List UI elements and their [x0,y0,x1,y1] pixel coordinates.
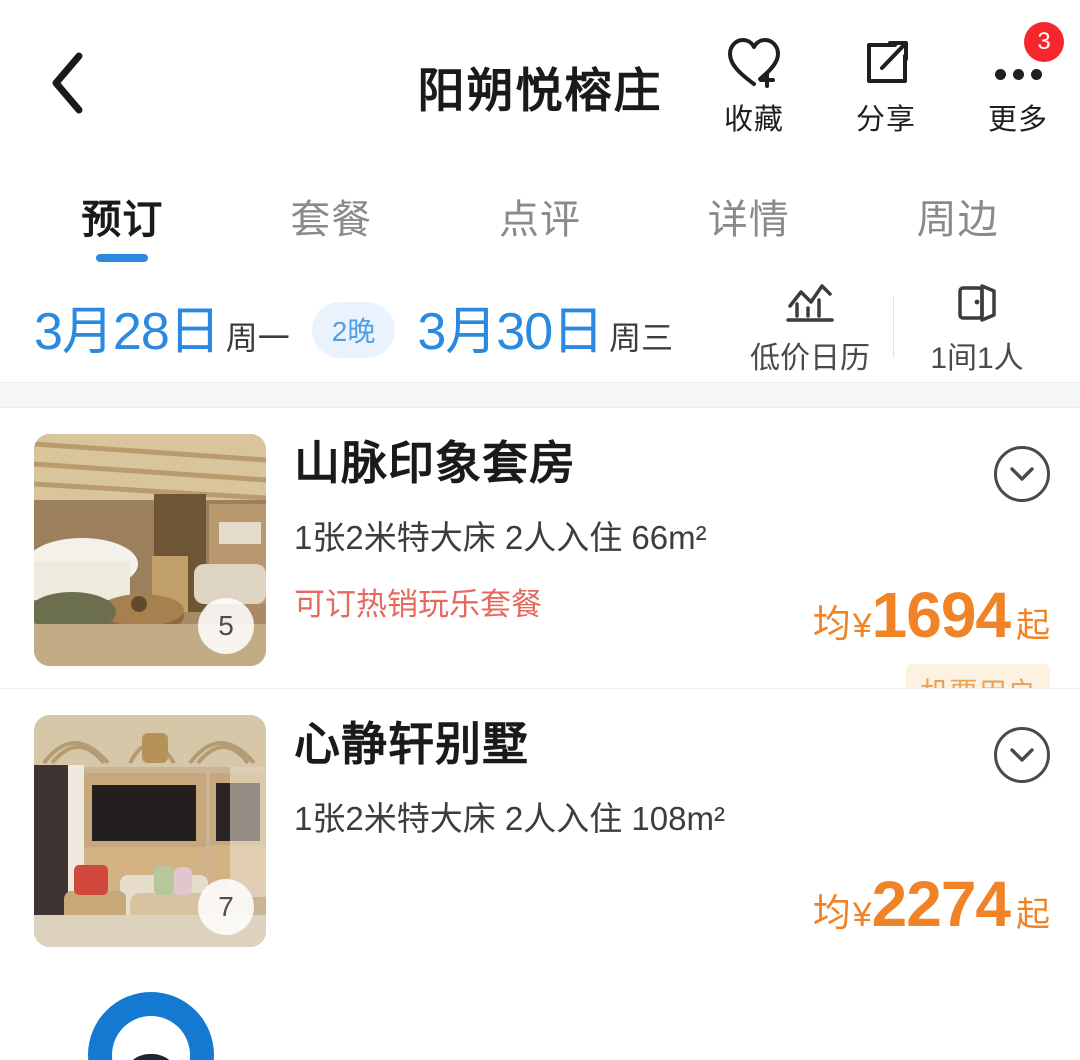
more-button[interactable]: 3 更多 [970,22,1066,138]
tab-packages[interactable]: 套餐 [227,160,436,272]
tab-booking[interactable]: 预订 [18,160,227,272]
room-list-item[interactable]: 7 心静轩别墅 1张2米特大床 2人入住 108m² 均 ¥ 2274 起 [0,688,1080,969]
date-selection-bar: 3月28日 周一 2晚 3月30日 周三 低价日历 1间1人 [0,272,1080,382]
favorite-label: 收藏 [723,104,784,136]
favorite-button[interactable]: 收藏 [706,34,802,138]
price-currency: ¥ [852,896,872,934]
expand-room-button[interactable] [994,727,1050,783]
share-button[interactable]: 分享 [838,34,934,138]
price-amount: 1694 [871,579,1011,651]
price-suffix: 起 [1016,896,1050,934]
price-suffix: 起 [1016,607,1050,645]
share-icon [859,34,913,90]
hotel-detail-screen: 阳朔悦榕庄 收藏 分享 3 更多 预订 套餐 点评 详情 周边 3月28日 周一… [0,0,1080,1060]
share-label: 分享 [855,104,916,136]
chevron-left-icon [52,52,83,114]
tool-divider [893,296,894,358]
tab-details[interactable]: 详情 [644,160,853,272]
floating-logo-core [122,1054,180,1060]
price-calendar-chart-icon [784,277,836,329]
chevron-down-circle-icon [1010,467,1034,481]
room-specs: 1张2米特大床 2人入住 108m² [294,799,725,837]
room-price: 均 ¥ 2274 起 [813,867,1050,941]
checkout-date: 3月30日 [417,302,604,361]
room-guest-label: 1间1人 [930,342,1024,375]
floating-logo-inner [112,1016,190,1060]
more-label: 更多 [987,104,1048,136]
checkout-weekday: 周三 [609,319,674,356]
tab-reviews[interactable]: 点评 [436,160,645,272]
checkin-weekday: 周一 [225,319,290,356]
room-specs: 1张2米特大床 2人入住 66m² [294,518,707,556]
room-price: 均 ¥ 1694 起 [813,578,1050,652]
floating-app-logo[interactable] [88,992,214,1060]
app-header: 阳朔悦榕庄 收藏 分享 3 更多 [0,0,1080,160]
nights-pill: 2晚 [311,301,396,358]
photo-count-badge: 7 [198,879,254,935]
header-actions: 收藏 分享 3 更多 [706,22,1066,138]
section-divider-band [0,382,1080,408]
low-price-calendar-label: 低价日历 [750,342,870,375]
price-amount: 2274 [871,868,1011,940]
room-name: 山脉印象套房 [294,437,576,489]
date-bar-tools: 低价日历 1间1人 [731,277,1056,377]
photo-count-badge: 5 [198,598,254,654]
tab-nearby[interactable]: 周边 [853,160,1062,272]
room-guest-button[interactable]: 1间1人 [898,277,1056,377]
more-badge: 3 [1024,22,1064,62]
room-thumbnail[interactable]: 5 [34,434,266,666]
back-button[interactable] [36,48,100,118]
room-name: 心静轩别墅 [294,718,529,770]
room-price-block[interactable]: 均 ¥ 2274 起 [813,867,1050,941]
low-price-calendar-button[interactable]: 低价日历 [731,277,889,377]
room-list-item[interactable]: 5 山脉印象套房 1张2米特大床 2人入住 66m² 可订热销玩乐套餐 均 ¥ … [0,408,1080,718]
checkin-date: 3月28日 [34,302,221,361]
room-guest-door-icon [952,277,1002,329]
expand-room-button[interactable] [994,446,1050,502]
tab-bar: 预订 套餐 点评 详情 周边 [0,160,1080,272]
price-prefix: 均 [812,604,851,646]
price-currency: ¥ [852,607,872,645]
chevron-down-circle-icon [1010,748,1034,762]
date-range-selector[interactable]: 3月28日 周一 2晚 3月30日 周三 [34,289,731,366]
room-thumbnail[interactable]: 7 [34,715,266,947]
heart-plus-icon [725,34,783,90]
price-prefix: 均 [812,893,851,935]
